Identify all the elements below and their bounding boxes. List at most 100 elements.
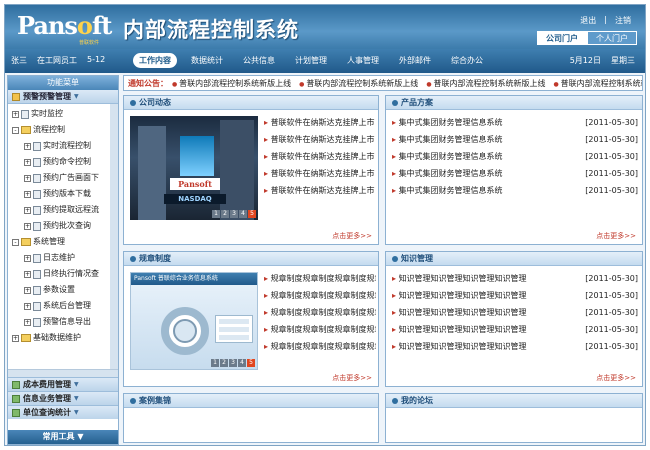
expand-icon[interactable]: + [24,286,31,294]
expand-icon[interactable]: + [24,254,31,262]
tree-item[interactable]: + 预警信息导出 [12,314,110,330]
nav-tab-hr[interactable]: 人事管理 [341,53,385,68]
sidebar-group-cost[interactable]: 成本费用管理 ▼ [8,377,118,391]
pager-button[interactable]: 2 [220,359,228,367]
list-item[interactable]: 知识管理知识管理知识管理知识管理[2011-05-30] [392,321,642,338]
expand-icon[interactable]: + [24,206,31,214]
sidebar-group-warning[interactable]: 预警预警管理 ▼ [8,90,118,104]
list-item[interactable]: 规章制度规章制度规章制度规章制度 [264,304,376,321]
notice-item[interactable]: 普联内部流程控制系统新版上线 [299,76,426,90]
tree-item-basic-data[interactable]: + 基础数据维护 [12,330,110,346]
nav-tab-work-content[interactable]: 工作内容 [133,53,177,68]
nav-tab-office[interactable]: 综合办公 [445,53,489,68]
tree-item[interactable]: + 预约广告画面下 [12,170,110,186]
nav-tab-plan[interactable]: 计划管理 [289,53,333,68]
pager-button[interactable]: 1 [211,359,219,367]
tree-item[interactable]: + 预约版本下载 [12,186,110,202]
common-tools-button[interactable]: 常用工具 ▼ [8,430,118,444]
system-screenshot[interactable]: Pansoft 普联综合业务信息系统 1 2 3 4 5 [130,272,258,370]
list-item[interactable]: 集中式集团财务管理信息系统[2011-05-30] [392,131,642,148]
more-link[interactable]: 点击更多>> [596,231,636,241]
panel-products: 产品方案 集中式集团财务管理信息系统[2011-05-30] 集中式集团财务管理… [385,95,643,245]
logout-link[interactable]: 退出 [580,15,596,26]
list-item[interactable]: 规章制度规章制度规章制度规章制度 [264,270,376,287]
list-item[interactable]: 集中式集团财务管理信息系统[2011-05-30] [392,165,642,182]
expand-icon[interactable]: + [24,142,31,150]
panel-title: 案例集锦 [124,394,378,408]
nav-tab-mail[interactable]: 外部邮件 [393,53,437,68]
pansoft-logo: Pansoft [17,11,112,40]
expand-icon[interactable]: + [24,318,31,326]
tab-personal-portal[interactable]: 个人门户 [587,31,637,45]
tab-company-portal[interactable]: 公司门户 [537,31,587,45]
list-item[interactable]: 集中式集团财务管理信息系统[2011-05-30] [392,148,642,165]
page-icon [33,205,41,215]
nav-tab-statistics[interactable]: 数据统计 [185,53,229,68]
list-item[interactable]: 普联软件在纳斯达克挂牌上市 [264,148,376,165]
list-item[interactable]: 普联软件在纳斯达克挂牌上市 [264,182,376,199]
list-item[interactable]: 规章制度规章制度规章制度规章制度 [264,338,376,355]
pager-button[interactable]: 3 [229,359,237,367]
expand-icon[interactable]: + [12,110,19,118]
pager-button[interactable]: 5 [247,359,255,367]
tree-item[interactable]: + 参数设置 [12,282,110,298]
horizontal-scrollbar[interactable] [8,369,118,377]
collapse-icon[interactable]: - [12,126,19,134]
pager-button[interactable]: 3 [230,210,238,218]
tree-item[interactable]: + 实时流程控制 [12,138,110,154]
tree-item-system-management[interactable]: - 系统管理 [12,234,110,250]
sidebar-group-info[interactable]: 信息业务管理 ▼ [8,391,118,405]
expand-icon[interactable]: + [12,334,19,342]
list-item[interactable]: 知识管理知识管理知识管理知识管理[2011-05-30] [392,287,642,304]
news-photo[interactable]: Pansoft NASDAQ 1 2 3 4 5 [130,116,258,220]
tree-item-realtime-monitor[interactable]: + 实时监控 [12,106,110,122]
list-item[interactable]: 普联软件在纳斯达克挂牌上市 [264,131,376,148]
tree-item[interactable]: + 系统后台管理 [12,298,110,314]
list-item[interactable]: 集中式集团财务管理信息系统[2011-05-30] [392,114,642,131]
expand-icon[interactable]: + [24,302,31,310]
bullet-icon [130,397,136,404]
pager-button[interactable]: 4 [239,210,247,218]
list-item[interactable]: 规章制度规章制度规章制度规章制度 [264,287,376,304]
tree-item[interactable]: + 预约命令控制 [12,154,110,170]
sidebar-group-label: 单位查询统计 [23,407,71,417]
expand-icon[interactable]: + [24,158,31,166]
notice-marquee: 通知公告： 普联内部流程控制系统新版上线 普联内部流程控制系统新版上线 普联内部… [123,75,643,91]
expand-icon[interactable]: + [24,190,31,198]
list-item[interactable]: 普联软件在纳斯达克挂牌上市 [264,165,376,182]
page-icon [33,301,41,311]
tree-item[interactable]: + 日志维护 [12,250,110,266]
pager-button[interactable]: 5 [248,210,256,218]
tree-item-flow-control[interactable]: - 流程控制 [12,122,110,138]
notice-item[interactable]: 普联内部流程控制系统新版上线 [172,76,299,90]
tree-item[interactable]: + 日终执行情况查 [12,266,110,282]
signoff-link[interactable]: 注销 [615,15,631,26]
list-item[interactable]: 普联软件在纳斯达克挂牌上市 [264,114,376,131]
list-item[interactable]: 集中式集团财务管理信息系统[2011-05-30] [392,182,642,199]
more-link[interactable]: 点击更多>> [332,231,372,241]
list-item[interactable]: 知识管理知识管理知识管理知识管理[2011-05-30] [392,270,642,287]
user-role: 在工网员工 [37,56,77,65]
tree-item[interactable]: + 预约批次查询 [12,218,110,234]
bullet-icon [392,99,398,106]
more-link[interactable]: 点击更多>> [596,373,636,383]
pager-button[interactable]: 2 [221,210,229,218]
chevron-down-icon: ▼ [74,92,79,100]
expand-icon[interactable]: + [24,270,31,278]
more-link[interactable]: 点击更多>> [332,373,372,383]
page-icon [33,221,41,231]
collapse-icon[interactable]: - [12,238,19,246]
tree-item[interactable]: + 预约提取远程流 [12,202,110,218]
pager-button[interactable]: 4 [238,359,246,367]
list-item[interactable]: 知识管理知识管理知识管理知识管理[2011-05-30] [392,304,642,321]
notice-item[interactable]: 普联内部流程控制系统新版上线 [426,76,553,90]
list-item[interactable]: 规章制度规章制度规章制度规章制度 [264,321,376,338]
expand-icon[interactable]: + [24,222,31,230]
list-item[interactable]: 知识管理知识管理知识管理知识管理[2011-05-30] [392,338,642,355]
panel-company-news: 公司动态 Pansoft NASDAQ 1 2 3 4 5 普联软件在纳斯达克挂… [123,95,379,245]
nav-tab-public-info[interactable]: 公共信息 [237,53,281,68]
notice-item[interactable]: 普联内部流程控制系统新版 [553,76,642,90]
pager-button[interactable]: 1 [212,210,220,218]
expand-icon[interactable]: + [24,174,31,182]
sidebar-group-query[interactable]: 单位查询统计 ▼ [8,405,118,419]
